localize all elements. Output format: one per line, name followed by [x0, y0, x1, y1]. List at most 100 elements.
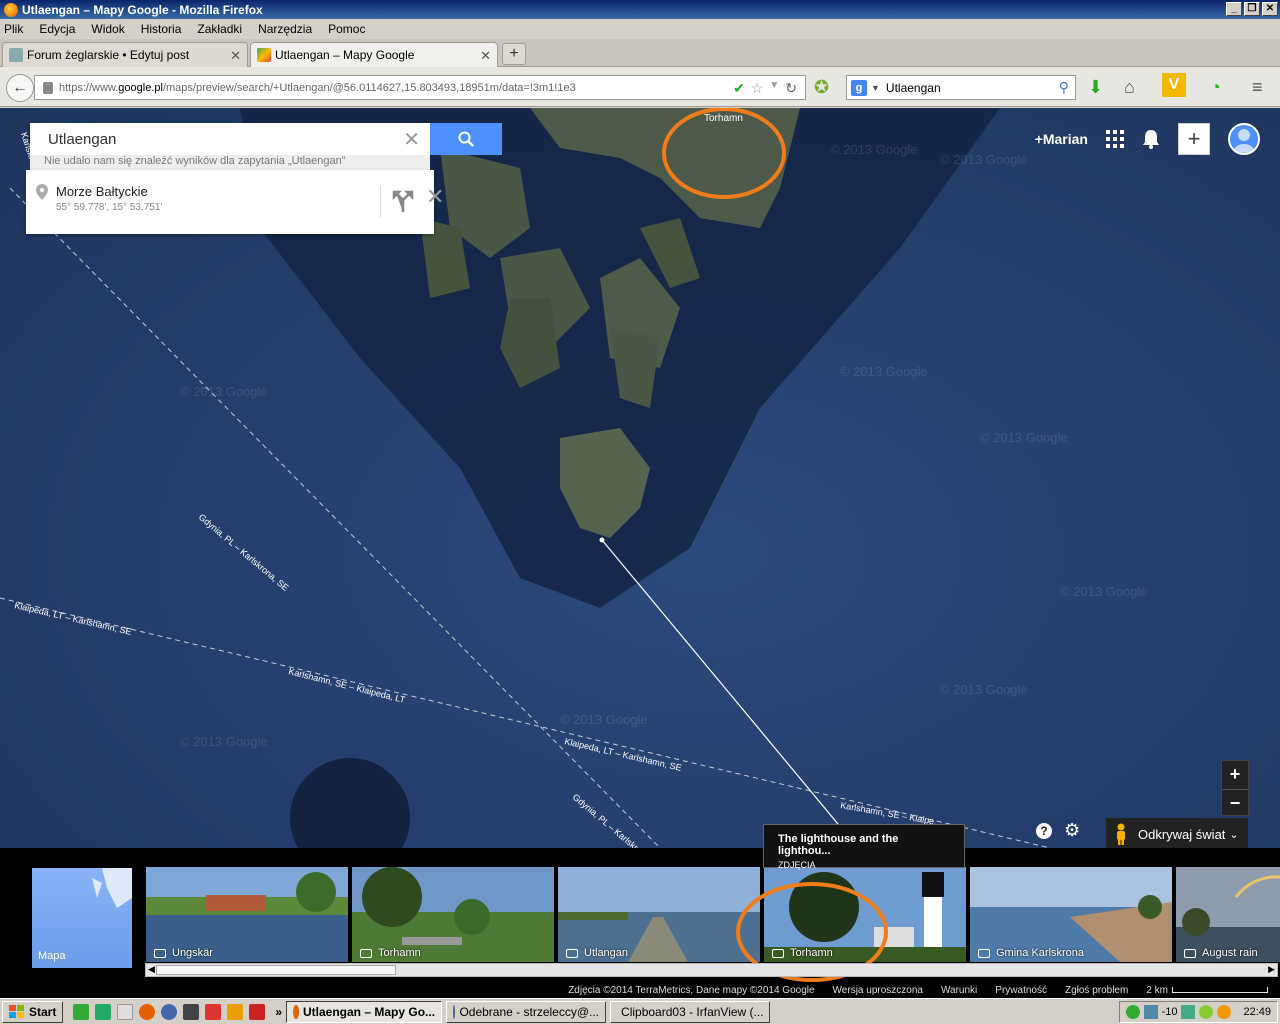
tray-app-icon[interactable] [1217, 1005, 1232, 1019]
back-button[interactable]: ← [6, 74, 34, 102]
maximize-button[interactable]: ❐ [1244, 2, 1260, 16]
photo-thumbnail[interactable]: Ungskär [146, 867, 348, 962]
taskbar-item-firefox[interactable]: Utlaengan – Mapy Go... [286, 1000, 443, 1023]
map-thumbnail[interactable]: Mapa [32, 868, 132, 968]
minimize-button[interactable]: _ [1226, 2, 1242, 16]
settings-gear-icon[interactable]: ⚙ [1064, 820, 1080, 841]
irfanview-quicklaunch-icon[interactable] [249, 1003, 266, 1020]
tray-app-icon[interactable] [1125, 1005, 1140, 1019]
help-icon[interactable]: ? [1036, 822, 1052, 839]
photo-title: Ungskär [172, 947, 213, 959]
maps-favicon-icon [257, 48, 271, 62]
mail-quicklaunch-icon[interactable] [161, 1003, 178, 1020]
zoom-out-button[interactable]: − [1222, 789, 1248, 817]
firefox-quicklaunch-icon[interactable] [139, 1003, 156, 1020]
close-tab-icon[interactable]: ✕ [230, 48, 241, 64]
menu-icon[interactable]: ≡ [1252, 77, 1263, 98]
menu-plik[interactable]: Plik [4, 22, 23, 36]
copyright-text: Zdjęcia ©2014 TerraMetrics, Dane mapy ©2… [568, 984, 815, 996]
lite-version-link[interactable]: Wersja uproszczona [833, 985, 923, 996]
apps-grid-icon[interactable] [1106, 130, 1124, 148]
avatar[interactable] [1228, 123, 1260, 155]
scrollbar-thumb[interactable] [156, 965, 396, 975]
url-domain: google.pl [118, 81, 163, 94]
bookmark-star-icon[interactable]: ☆ [751, 80, 764, 97]
dropdown-icon[interactable]: ▼ [769, 80, 779, 97]
menu-zakladki[interactable]: Zakładki [197, 22, 242, 36]
taskbar-item-label: Utlaengan – Mapy Go... [303, 1004, 436, 1019]
clear-search-icon[interactable]: ✕ [403, 127, 420, 152]
quicklaunch-app-icon[interactable] [227, 1003, 244, 1020]
scroll-left-icon[interactable]: ◀ [148, 964, 155, 975]
engine-dropdown-icon[interactable]: ▼ [871, 83, 880, 93]
user-link[interactable]: +Marian [1035, 131, 1088, 147]
verified-icon: ✔ [733, 80, 745, 96]
report-problem-link[interactable]: Zgłoś problem [1065, 985, 1128, 996]
tab-maps[interactable]: Utlaengan – Mapy Google ✕ [250, 42, 498, 67]
tray-app-icon[interactable] [1181, 1005, 1196, 1019]
menu-edycja[interactable]: Edycja [39, 22, 75, 36]
search-icon[interactable]: ⚲ [1059, 79, 1069, 96]
menu-pomoc[interactable]: Pomoc [328, 22, 365, 36]
photo-thumbnail[interactable]: Utlangan [558, 867, 760, 962]
terms-link[interactable]: Warunki [941, 985, 977, 996]
taskbar-item-irfanview[interactable]: Clipboard03 - IrfanView (... [610, 1000, 771, 1023]
zoom-in-button[interactable]: + [1222, 761, 1248, 789]
photo-thumbnail[interactable]: Torhamn [352, 867, 554, 962]
close-tab-icon[interactable]: ✕ [480, 48, 491, 64]
place-card[interactable]: Morze Bałtyckie 55° 59.778', 15° 53.751'… [26, 170, 444, 234]
opera-icon[interactable] [205, 1003, 222, 1020]
vivaldi-addon-icon[interactable]: V [1162, 73, 1186, 97]
browser-search-box[interactable]: g ▼ Utlaengan ⚲ [846, 75, 1076, 100]
account-bar: +Marian + [1035, 123, 1260, 155]
reload-icon[interactable]: ↻ [785, 80, 797, 97]
menu-bar: Plik Edycja Widok Historia Zakładki Narz… [0, 19, 1280, 39]
menu-widok[interactable]: Widok [91, 22, 124, 36]
quicklaunch-app-icon[interactable] [183, 1003, 200, 1020]
close-window-button[interactable]: ✕ [1262, 2, 1278, 16]
addon-icon[interactable]: ✪ [814, 77, 829, 98]
camera-icon [566, 948, 578, 958]
photo-thumbnail[interactable]: Gmina Karlskrona [970, 867, 1172, 962]
photo-title: Utlangan [584, 947, 629, 959]
tray-app-icon[interactable] [1199, 1005, 1214, 1019]
photo-title: Gmina Karlskrona [996, 947, 1085, 959]
photo-location-dot[interactable] [599, 537, 605, 543]
tab-forum[interactable]: Forum żeglarskie • Edytuj post ✕ [2, 42, 248, 67]
share-plus-button[interactable]: + [1178, 123, 1210, 155]
maps-search-button[interactable] [430, 123, 502, 155]
window-title: Utlaengan – Mapy Google - Mozilla Firefo… [22, 2, 263, 17]
home-icon[interactable]: ⌂ [1124, 77, 1135, 98]
tooltip-title: The lighthouse and the lighthou... [778, 833, 899, 857]
satellite-map[interactable]: Torhamn Karlskrona, SE Gdynia, PL – Karl… [0, 108, 1280, 848]
start-button[interactable]: Start [2, 1000, 64, 1023]
quicklaunch-chevron-icon[interactable]: » [275, 1005, 282, 1019]
taskbar-item-mail[interactable]: Odebrane - strzeleccy@... [446, 1000, 607, 1023]
sync-icon[interactable]: ◔ [1210, 77, 1221, 98]
menu-narzedzia[interactable]: Narzędzia [258, 22, 312, 36]
new-tab-button[interactable]: + [502, 43, 526, 65]
close-card-icon[interactable]: ✕ [426, 184, 444, 210]
menu-historia[interactable]: Historia [141, 22, 182, 36]
forum-favicon-icon [9, 48, 23, 62]
quicklaunch-app-icon[interactable] [95, 1003, 112, 1020]
scroll-right-icon[interactable]: ▶ [1268, 964, 1275, 975]
quicklaunch-app-icon[interactable] [73, 1003, 90, 1020]
download-icon[interactable]: ⬇ [1088, 77, 1103, 98]
scale-label: 2 km [1146, 984, 1168, 996]
photo-thumbnail[interactable]: August rain [1176, 867, 1280, 962]
maps-search-input[interactable]: Utlaengan ✕ [30, 123, 430, 155]
privacy-link[interactable]: Prywatność [995, 985, 1047, 996]
notepad-icon[interactable] [117, 1003, 134, 1020]
network-icon[interactable] [1143, 1005, 1158, 1019]
chevron-down-icon: ⌄ [1229, 828, 1239, 841]
explore-world-button[interactable]: Odkrywaj świat ⌄ [1106, 818, 1248, 848]
tab-label: Utlaengan – Mapy Google [275, 48, 415, 62]
explore-label: Odkrywaj świat [1138, 826, 1226, 842]
watermark: © 2013 Google [560, 712, 648, 727]
carousel-scrollbar[interactable]: ◀ ▶ [145, 963, 1278, 977]
url-bar[interactable]: https://www. google.pl/maps/preview/searc… [34, 75, 806, 100]
directions-icon[interactable] [392, 190, 414, 212]
label-route: Klaipeda, LT – Karlshamn, SE [564, 736, 683, 773]
notification-bell-icon[interactable] [1142, 129, 1160, 149]
